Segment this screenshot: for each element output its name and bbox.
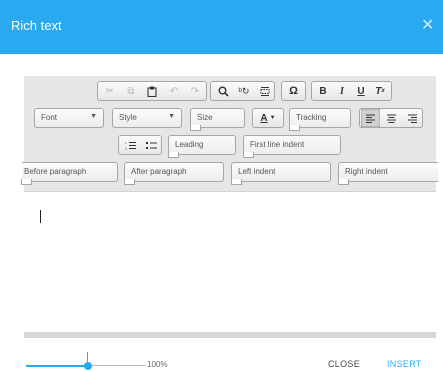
insert-button[interactable]: INSERT	[387, 359, 422, 369]
tracking-field-label: Tracking	[296, 113, 327, 122]
style-select[interactable]: Style ▼	[112, 108, 182, 128]
dialog-header: Rich text ✕	[0, 0, 443, 54]
after-paragraph-field[interactable]: After paragraph	[124, 162, 224, 185]
search-icon[interactable]	[213, 82, 233, 100]
text-color-icon: A	[260, 112, 268, 124]
after-paragraph-label: After paragraph	[131, 167, 187, 176]
special-char-group: Ω	[281, 81, 306, 101]
copy-icon[interactable]: ⧉	[121, 82, 141, 100]
zoom-slider-fill	[26, 364, 88, 367]
size-field-label: Size	[197, 113, 213, 122]
text-color-button[interactable]: A ▼	[253, 109, 283, 127]
bulleted-list-icon[interactable]	[141, 136, 161, 154]
before-paragraph-label: Before paragraph	[24, 167, 87, 176]
before-paragraph-field[interactable]: Before paragraph	[21, 162, 118, 185]
format-group: B I U Tx	[311, 81, 392, 101]
paste-icon[interactable]	[142, 82, 162, 100]
align-left-icon[interactable]	[361, 109, 380, 127]
find-group: ᵇ↻	[210, 81, 275, 101]
chevron-down-icon: ▼	[168, 113, 175, 120]
numbered-list-icon[interactable]: 12	[120, 136, 140, 154]
bold-icon[interactable]: B	[314, 82, 332, 100]
close-button[interactable]: CLOSE	[328, 359, 360, 369]
remove-format-icon[interactable]: Tx	[371, 82, 389, 100]
alignment-group	[359, 108, 423, 128]
zoom-slider-handle[interactable]	[84, 362, 92, 370]
first-line-indent-swatch	[243, 152, 254, 158]
zoom-level: 100%	[147, 360, 168, 369]
after-paragraph-swatch	[124, 179, 135, 185]
align-center-icon[interactable]	[382, 109, 401, 127]
font-select[interactable]: Font ▼	[34, 108, 104, 128]
select-all-icon[interactable]	[255, 82, 275, 100]
style-select-label: Style	[119, 113, 137, 122]
tracking-field-swatch	[289, 125, 300, 131]
italic-icon[interactable]: I	[333, 82, 351, 100]
right-indent-label: Right indent	[345, 167, 388, 176]
close-icon[interactable]: ✕	[421, 18, 434, 34]
left-indent-label: Left indent	[238, 167, 276, 176]
list-group: 12	[118, 135, 162, 155]
first-line-indent-label: First line indent	[250, 140, 305, 149]
cut-icon[interactable]: ✂	[100, 82, 120, 100]
left-indent-swatch	[231, 179, 242, 185]
svg-text:1: 1	[125, 141, 127, 145]
tracking-field[interactable]: Tracking	[289, 108, 351, 131]
undo-icon[interactable]: ↶	[164, 82, 184, 100]
editor-toolbar: ✂ ⧉ ↶ ↷ ᵇ↻ Ω B I U Tx Font ▼ Style ▼ Siz…	[21, 76, 438, 192]
right-indent-swatch	[338, 179, 349, 185]
size-field-swatch	[190, 125, 201, 131]
underline-icon[interactable]: U	[352, 82, 370, 100]
replace-icon[interactable]: ᵇ↻	[234, 82, 254, 100]
special-char-icon[interactable]: Ω	[282, 82, 305, 100]
first-line-indent-field[interactable]: First line indent	[243, 135, 341, 158]
before-paragraph-swatch	[21, 179, 32, 185]
align-right-icon[interactable]	[403, 109, 422, 127]
leading-field[interactable]: Leading	[168, 135, 236, 158]
right-indent-field[interactable]: Right indent	[338, 162, 438, 185]
text-color-group: A ▼	[252, 108, 284, 128]
svg-text:2: 2	[125, 146, 127, 150]
chevron-down-icon: ▼	[269, 115, 276, 121]
leading-field-label: Leading	[175, 140, 204, 149]
left-indent-field[interactable]: Left indent	[231, 162, 331, 185]
leading-field-swatch	[168, 152, 179, 158]
redo-icon[interactable]: ↷	[185, 82, 205, 100]
font-select-label: Font	[41, 113, 58, 122]
chevron-down-icon: ▼	[90, 113, 97, 120]
horizontal-scrollbar[interactable]	[24, 332, 436, 338]
size-field[interactable]: Size	[190, 108, 245, 131]
clipboard-group: ✂ ⧉ ↶ ↷	[97, 81, 207, 101]
dialog-title: Rich text	[11, 18, 62, 33]
rich-text-editor[interactable]	[24, 192, 436, 332]
text-caret	[40, 210, 41, 223]
